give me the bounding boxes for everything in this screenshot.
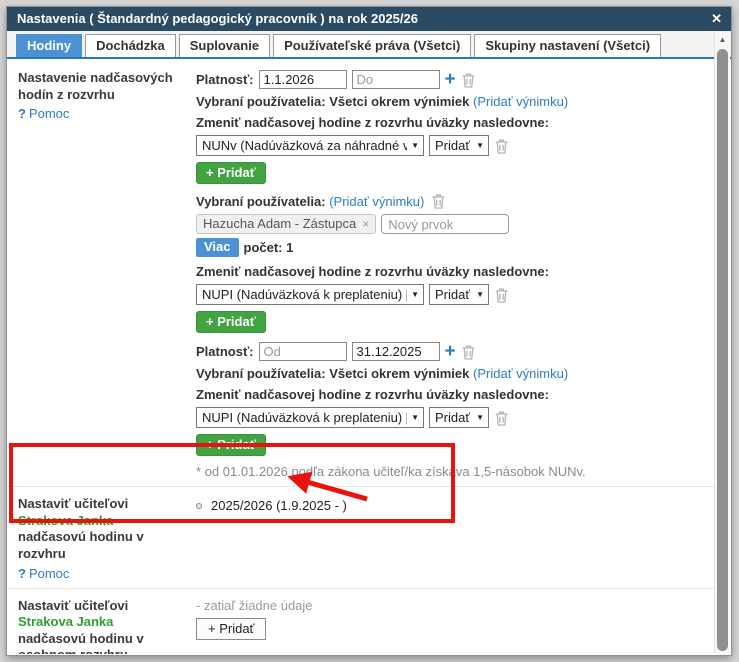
scrollbar-thumb[interactable] — [717, 49, 728, 651]
help-link[interactable]: ?Pomoc — [18, 566, 186, 581]
add-period-icon[interactable]: + — [445, 345, 456, 359]
chip-remove-icon[interactable]: × — [362, 217, 369, 231]
tab-skupiny-nastaveni[interactable]: Skupiny nastavení (Všetci) — [474, 34, 661, 57]
overtime-action-select[interactable]: Pridať ▼ — [429, 284, 489, 305]
tab-dochadzka[interactable]: Dochádzka — [85, 34, 176, 57]
tab-suplovanie[interactable]: Suplovanie — [179, 34, 270, 57]
change-overtime-label: Zmeniť nadčasovej hodine z rozvrhu úväzk… — [196, 263, 704, 280]
count-value: 1 — [286, 240, 293, 255]
law-footnote: * od 01.01.2026 podľa zákona učiteľ/ka z… — [196, 464, 704, 479]
count-label: počet: — [244, 240, 283, 255]
validity-from-input[interactable] — [259, 70, 347, 89]
trash-icon[interactable] — [431, 193, 446, 209]
overtime-action-select[interactable]: Pridať ▼ — [429, 407, 489, 428]
chevron-down-icon: ▼ — [476, 141, 484, 150]
new-item-input[interactable] — [381, 214, 509, 234]
help-link[interactable]: ?Pomoc — [18, 106, 186, 121]
selected-users-label: Vybraní používatelia: — [196, 366, 326, 381]
dialog-titlebar: Nastavenia ( Štandardný pedagogický prac… — [7, 7, 731, 31]
section-teacher-overtime-timetable: Nastaviť učiteľovi Strakova Janka nadčas… — [8, 487, 714, 589]
chevron-down-icon: ▼ — [476, 290, 484, 299]
dialog-title: Nastavenia ( Štandardný pedagogický prac… — [17, 11, 418, 26]
trash-icon[interactable] — [461, 344, 476, 360]
help-icon: ? — [18, 106, 26, 121]
section-heading: Nastaviť učiteľovi — [18, 598, 186, 615]
trash-icon[interactable] — [494, 287, 509, 303]
change-overtime-label: Zmeniť nadčasovej hodine z rozvrhu úväzk… — [196, 114, 704, 131]
all-except-value: Všetci okrem výnimiek — [329, 366, 469, 381]
help-icon: ? — [18, 566, 26, 581]
chevron-down-icon: ▼ — [476, 413, 484, 422]
chevron-down-icon: ▼ — [411, 290, 419, 299]
all-except-value: Všetci okrem výnimiek — [329, 94, 469, 109]
chevron-down-icon: ▼ — [411, 413, 419, 422]
add-button[interactable]: + Pridať — [196, 311, 266, 333]
user-chip: Hazucha Adam - Zástupca × — [196, 214, 376, 234]
add-exception-link[interactable]: (Pridať výnimku) — [329, 194, 424, 209]
trash-icon[interactable] — [494, 410, 509, 426]
year-bullet-icon — [196, 503, 202, 509]
settings-dialog: Nastavenia ( Štandardný pedagogický prac… — [6, 6, 732, 656]
dialog-content: Nastavenie nadčasových hodín z rozvrhu ?… — [8, 61, 714, 654]
school-year-item: 2025/2026 (1.9.2025 - ) — [211, 498, 347, 513]
trash-icon[interactable] — [494, 138, 509, 154]
validity-label: Platnosť: — [196, 72, 254, 87]
add-button[interactable]: + Pridať — [196, 162, 266, 184]
overtime-type-select[interactable]: NUPI (Nadúväzková k preplateniu) [Hodiny… — [196, 407, 424, 428]
validity-label: Platnosť: — [196, 344, 254, 359]
section-heading: Nastavenie nadčasových hodín z rozvrhu — [18, 70, 186, 103]
selected-users-label: Vybraní používatelia: — [196, 94, 326, 109]
section-overtime-from-timetable: Nastavenie nadčasových hodín z rozvrhu ?… — [8, 61, 714, 487]
teacher-name: Strakova Janka — [18, 614, 186, 631]
overtime-type-select[interactable]: NUNv (Nadúväzková za náhradné voľno) [I … — [196, 135, 424, 156]
overtime-action-select[interactable]: Pridať ▼ — [429, 135, 489, 156]
more-button[interactable]: Viac — [196, 238, 239, 257]
validity-from-input[interactable] — [259, 342, 347, 361]
section-heading-2: nadčasovú hodinu v rozvhru — [18, 529, 186, 562]
validity-to-input[interactable] — [352, 342, 440, 361]
close-icon[interactable]: ✕ — [711, 7, 722, 31]
overtime-type-select[interactable]: NUPI (Nadúväzková k preplateniu) [Hodiny… — [196, 284, 424, 305]
selected-users-label: Vybraní používatelia: — [196, 194, 326, 209]
add-button[interactable]: + Pridať — [196, 434, 266, 456]
validity-to-input[interactable] — [352, 70, 440, 89]
chevron-down-icon: ▼ — [411, 141, 419, 150]
add-period-icon[interactable]: + — [445, 73, 456, 87]
tab-pouzivatelske-prava[interactable]: Používateľské práva (Všetci) — [273, 34, 471, 57]
add-exception-link[interactable]: (Pridať výnimku) — [473, 366, 568, 381]
section-heading: Nastaviť učiteľovi — [18, 496, 186, 513]
vertical-scrollbar: ▲ — [714, 32, 730, 654]
scroll-up-icon[interactable]: ▲ — [715, 32, 730, 47]
tab-bar: Hodiny Dochádzka Suplovanie Používateľsk… — [7, 31, 731, 59]
section-teacher-overtime-personal: Nastaviť učiteľovi Strakova Janka nadčas… — [8, 589, 714, 655]
tab-hodiny[interactable]: Hodiny — [16, 34, 82, 57]
change-overtime-label: Zmeniť nadčasovej hodine z rozvrhu úväzk… — [196, 386, 704, 403]
add-exception-link[interactable]: (Pridať výnimku) — [473, 94, 568, 109]
add-personal-overtime-button[interactable]: + Pridať — [196, 618, 266, 640]
section-heading-2: nadčasovú hodinu v osobnom rozvhru — [18, 631, 186, 654]
trash-icon[interactable] — [461, 72, 476, 88]
no-data-text: - zatiaľ žiadne údaje — [196, 598, 704, 613]
teacher-name: Strakova Janka — [18, 513, 186, 530]
